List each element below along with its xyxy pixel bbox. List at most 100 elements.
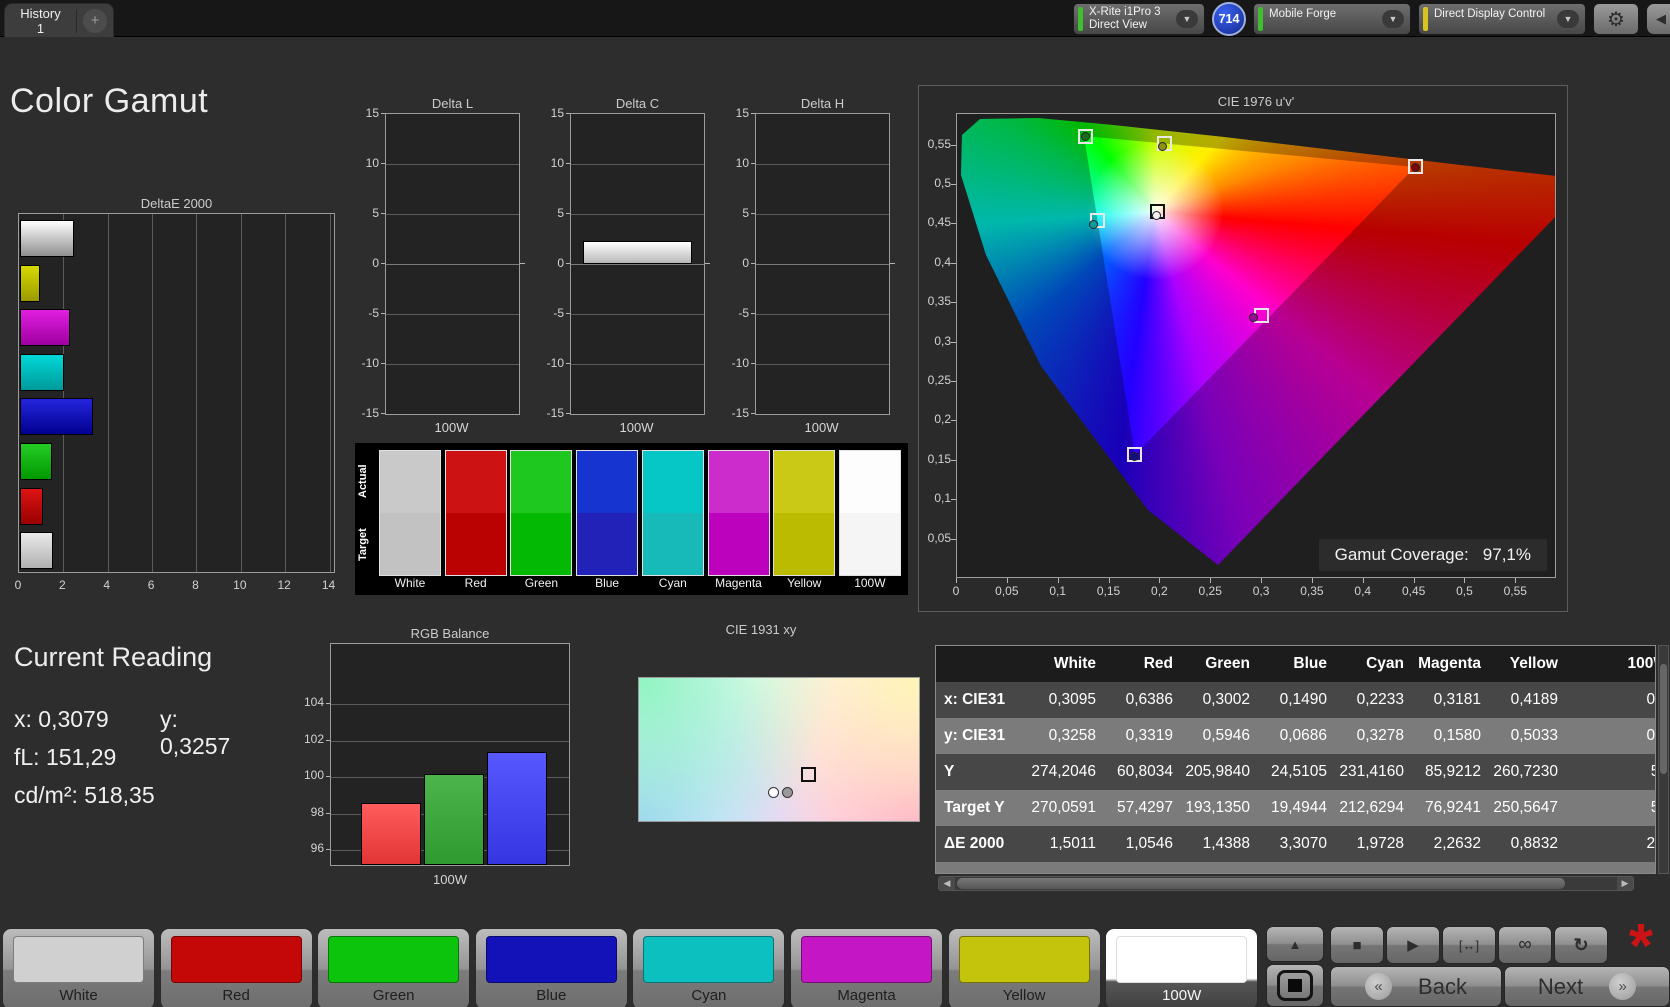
play-button[interactable]: ▶ [1386, 926, 1440, 964]
target-swatch [577, 513, 637, 575]
rgb-balance-x-label: 100W [330, 872, 570, 887]
delta-y-tick [381, 213, 385, 214]
topbar-controls: X-Rite i1Pro 3 Direct View ▼ 714 Mobile … [1073, 2, 1670, 36]
table-cell: 0,0686 [1259, 718, 1336, 754]
rgb-y-tick [326, 740, 330, 741]
cie-x-tick [1312, 578, 1313, 583]
actual-swatch [709, 451, 769, 513]
deltae-x-tick-label: 8 [175, 578, 215, 592]
scroll-up-button[interactable]: ▲ [1266, 926, 1324, 962]
swatch-column-yellow [773, 450, 835, 576]
meter-count-badge: 714 [1212, 2, 1246, 36]
delta-y-tick [566, 313, 570, 314]
workflow-dropdown[interactable]: Direct Display Control ▼ [1418, 3, 1586, 35]
delta-l-title: Delta L [385, 96, 520, 111]
pattern-button-label: White [3, 987, 154, 1004]
delta-y-tick-label: 15 [725, 106, 749, 120]
table-cell: 0,5033 [1490, 718, 1567, 754]
scroll-right-icon[interactable]: ▶ [1617, 877, 1633, 890]
pattern-button-magenta[interactable]: Magenta [790, 928, 943, 1007]
table-cell: 10,2097 [1413, 862, 1490, 874]
range-measure-button[interactable]: [↔] [1442, 926, 1496, 964]
stop-button[interactable]: ■ [1330, 926, 1384, 964]
meter-dropdown[interactable]: X-Rite i1Pro 3 Direct View ▼ [1073, 3, 1205, 35]
actual-swatch [840, 451, 900, 513]
cie-x-tick-label: 0,1 [1038, 584, 1078, 598]
pattern-swatch [1116, 936, 1247, 983]
deltae-chart-title: DeltaE 2000 [18, 196, 335, 211]
table-cell: 2,4 [1567, 826, 1656, 862]
rgb-y-tick-label: 98 [296, 805, 324, 819]
deltae-bar-cyan [20, 354, 64, 391]
pattern-button-red[interactable]: Red [160, 928, 313, 1007]
cie-1931-reading-marker [782, 787, 793, 798]
table-cell: 1,0546 [1105, 826, 1182, 862]
gamut-coverage-label: Gamut Coverage: [1335, 545, 1469, 564]
deltae-gridline [285, 214, 286, 572]
target-swatch [840, 513, 900, 575]
table-cell: 231,4160 [1336, 754, 1413, 790]
pattern-swatch [171, 936, 302, 983]
deltae-bar-white [20, 532, 53, 569]
deltae-bar-yellow [20, 265, 40, 302]
delta-y-tick-label: -5 [725, 306, 749, 320]
refresh-button[interactable]: ↻ [1554, 926, 1608, 964]
gear-icon[interactable]: ⚙ [1593, 3, 1639, 35]
tab-history-1[interactable]: History 1 + [4, 3, 114, 37]
pattern-button-label: Green [318, 987, 469, 1004]
table-header-cell [936, 646, 1028, 682]
target-swatch [446, 513, 506, 575]
actual-swatch [577, 451, 637, 513]
delta-y-tick-label: 5 [725, 206, 749, 220]
cie-x-tick-label: 0,3 [1241, 584, 1281, 598]
source-dropdown[interactable]: Mobile Forge ▼ [1253, 3, 1411, 35]
delta-y-tick-label: -5 [355, 306, 379, 320]
cie-y-tick-label: 0,5 [921, 176, 951, 190]
swatch-column-magenta [708, 450, 770, 576]
cie-y-tick-label: 0,4 [921, 255, 951, 269]
delta-y-tick [566, 413, 570, 414]
table-row-label: ΔE ITP [936, 862, 1028, 874]
deltae-x-tick-label: 12 [264, 578, 304, 592]
scrollbar-thumb[interactable] [1660, 664, 1667, 774]
workflow-dropdown-label: Direct Display Control [1434, 8, 1549, 21]
pattern-button-yellow[interactable]: Yellow [948, 928, 1101, 1007]
next-button[interactable]: Next » [1504, 966, 1670, 1007]
continuous-measure-button[interactable]: ∞ [1498, 926, 1552, 964]
pattern-window-button[interactable] [1266, 964, 1324, 1007]
deltae-gridline [196, 214, 197, 572]
rgb-y-tick [326, 703, 330, 704]
cie-y-tick [951, 263, 956, 264]
reading-xy: x: 0,3079 y: 0,3257 [14, 706, 109, 733]
deltae-x-tick-label: 4 [87, 578, 127, 592]
table-cell: 6,4806 [1336, 862, 1413, 874]
pattern-button-blue[interactable]: Blue [475, 928, 628, 1007]
scrollbar-thumb[interactable] [957, 878, 1565, 889]
table-cell: 270,0591 [1028, 790, 1105, 826]
cie-y-tick-label: 0,15 [921, 452, 951, 466]
pattern-button-green[interactable]: Green [317, 928, 470, 1007]
back-button[interactable]: « Back [1330, 966, 1502, 1007]
delta-h-plot-area [755, 113, 890, 415]
deltae-gridline [152, 214, 153, 572]
table-vertical-scrollbar[interactable] [1658, 645, 1669, 874]
add-tab-button[interactable]: + [83, 9, 107, 33]
gamut-coverage-value: 97,1% [1483, 545, 1531, 564]
stop-icon: ■ [1352, 937, 1361, 954]
pattern-button-cyan[interactable]: Cyan [632, 928, 785, 1007]
table-cell: 0,8832 [1490, 826, 1567, 862]
delta-c-title: Delta C [570, 96, 705, 111]
pattern-button-white[interactable]: White [2, 928, 155, 1007]
table-horizontal-scrollbar[interactable]: ◀ ▶ [938, 876, 1634, 891]
cie-1976-panel: CIE 1976 u'v' Gamut Coverage:97,1% 0,550… [918, 85, 1568, 612]
deltae-x-axis: 02468101214 [18, 578, 335, 594]
cie-y-tick-label: 0,3 [921, 334, 951, 348]
cie-y-tick-label: 0,2 [921, 412, 951, 426]
scroll-left-icon[interactable]: ◀ [939, 877, 955, 890]
collapse-panel-button[interactable]: ◀ [1646, 3, 1670, 35]
measurement-table: WhiteRedGreenBlueCyanMagentaYellow100Wx:… [935, 645, 1656, 874]
pattern-button-label: Magenta [791, 987, 942, 1004]
chevron-left-icon: « [1365, 973, 1392, 1000]
cie-y-tick [951, 223, 956, 224]
pattern-button-100w[interactable]: 100W [1105, 928, 1258, 1007]
